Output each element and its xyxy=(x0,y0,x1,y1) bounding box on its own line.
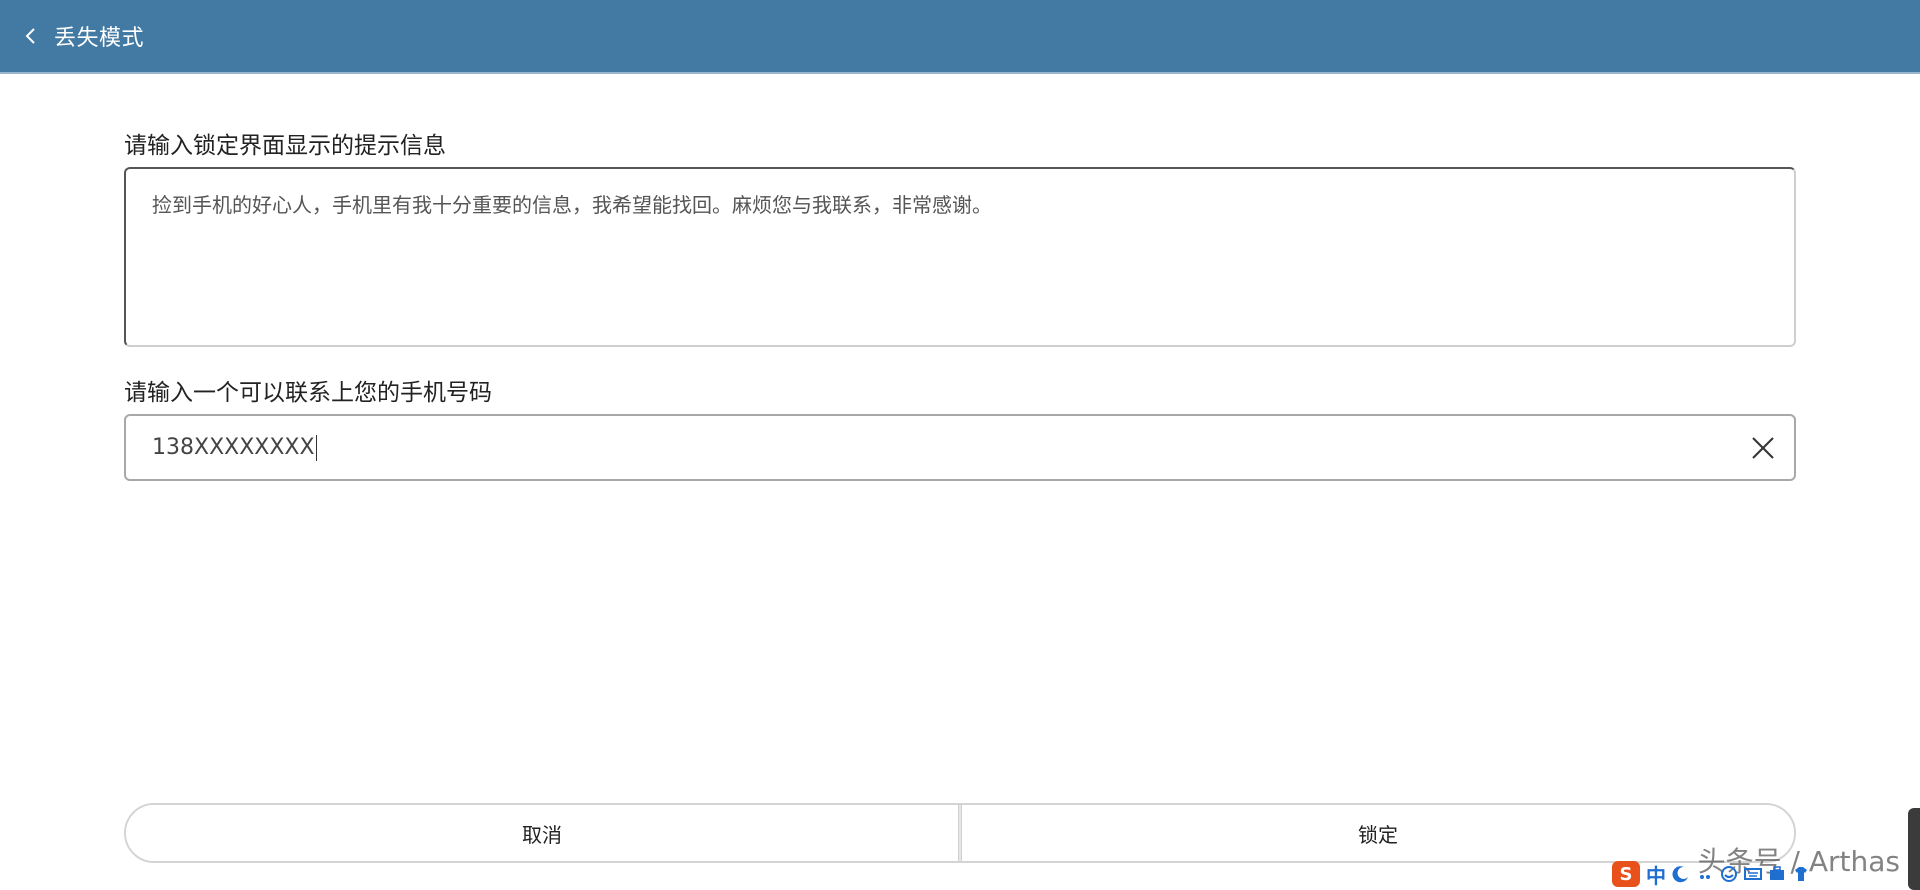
chevron-left-icon xyxy=(25,28,35,44)
lock-message-textarea[interactable]: 捡到手机的好心人，手机里有我十分重要的信息，我希望能找回。麻烦您与我联系，非常感… xyxy=(124,167,1796,347)
toolbox-icon[interactable] xyxy=(1768,865,1786,883)
keyboard-icon[interactable] xyxy=(1744,865,1762,883)
lock-message-text: 捡到手机的好心人，手机里有我十分重要的信息，我希望能找回。麻烦您与我联系，非常感… xyxy=(152,193,992,217)
ime-toolbar: S 中 xyxy=(1612,860,1810,888)
page-title: 丢失模式 xyxy=(54,26,145,51)
message-label: 请输入锁定界面显示的提示信息 xyxy=(124,133,446,159)
action-button-group: 取消 锁定 xyxy=(124,803,1796,863)
top-app-bar: 丢失模式 xyxy=(0,0,1920,74)
ime-logo[interactable]: S xyxy=(1612,861,1640,887)
phone-number-value: 138XXXXXXXX xyxy=(152,435,315,460)
scrollbar-handle[interactable] xyxy=(1908,808,1920,890)
moon-icon[interactable] xyxy=(1672,865,1690,883)
ime-mode-toggle[interactable]: 中 xyxy=(1646,860,1666,889)
cancel-button[interactable]: 取消 xyxy=(126,805,958,861)
back-button[interactable] xyxy=(0,0,50,72)
close-icon xyxy=(1752,436,1774,459)
lock-button[interactable]: 锁定 xyxy=(962,805,1794,861)
clear-input-button[interactable] xyxy=(1748,433,1778,463)
skin-icon[interactable] xyxy=(1792,865,1810,883)
punctuation-icon[interactable] xyxy=(1696,865,1714,883)
phone-label: 请输入一个可以联系上您的手机号码 xyxy=(124,380,492,406)
emoji-icon[interactable] xyxy=(1720,865,1738,883)
text-cursor xyxy=(315,434,317,461)
phone-number-input[interactable]: 138XXXXXXXX xyxy=(124,414,1796,481)
